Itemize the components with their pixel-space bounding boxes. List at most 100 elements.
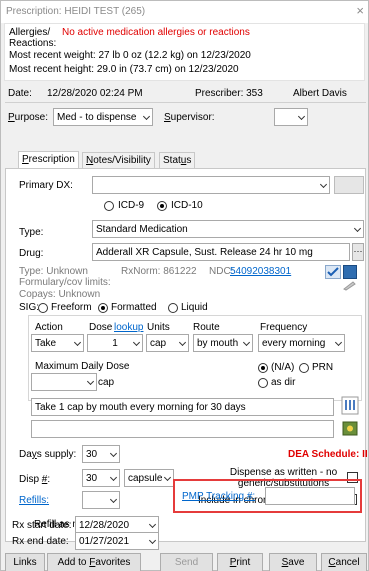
sig-text-input[interactable]: Take 1 cap by mouth every morning for 30… [31,398,334,416]
prn-radio[interactable] [299,363,309,373]
primary-dx-select[interactable] [92,176,330,194]
col-action: Action [35,322,63,333]
sig-formatted-radio[interactable] [98,303,108,313]
col-route: Route [193,322,220,333]
type-select[interactable]: Standard Medication [92,220,364,238]
primary-dx-label: Primary DX: [19,180,73,191]
copays-label: Copays: Unknown [19,289,101,300]
sig-freeform-label: Freeform [51,302,92,313]
dea-schedule: DEA Schedule: II [288,449,368,460]
save-button[interactable]: Save [269,553,317,571]
date-label: Date: [8,88,32,99]
chevron-down-icon [319,180,328,189]
tab-notes-visibility[interactable]: Notes/Visibility [82,152,155,169]
icd10-radio[interactable] [157,201,167,211]
max-daily-label: Maximum Daily Dose [35,361,130,372]
as-dir-radio[interactable] [258,378,268,388]
chevron-down-icon [163,473,172,482]
purpose-label: Purpose: [8,112,49,123]
chevron-down-icon [109,449,118,458]
pencil-icon[interactable] [342,280,357,291]
formulary-label: Formulary/cov limits: [19,277,111,288]
prescription-window: Prescription: HEIDI TEST (265) × Allergi… [0,0,369,571]
sig-liquid-label: Liquid [181,302,208,313]
action-select[interactable]: Take [31,334,84,352]
drug-type-info: Type: Unknown [19,266,88,277]
ndc-link[interactable]: 54092038301 [230,266,291,277]
date-value: 12/28/2020 02:24 PM [47,88,143,99]
chevron-down-icon [132,338,141,347]
chevron-down-icon [142,112,151,121]
drug-info-icon[interactable] [343,265,357,279]
frequency-select[interactable]: every morning [258,334,345,352]
units-select[interactable]: cap [146,334,189,352]
chevron-down-icon [86,377,95,386]
pmp-tracking-input[interactable] [265,487,355,505]
prn-label: PRN [312,362,334,373]
col-units: Units [147,322,170,333]
supervisor-select[interactable] [274,108,308,126]
window-title: Prescription: HEIDI TEST (265) [6,6,146,17]
refills-link[interactable]: Refills: [19,495,49,506]
rxnorm-info: RxNorm: 861222 [121,266,197,277]
close-icon[interactable]: × [356,3,364,18]
disp-qty-select[interactable]: 30 [82,469,120,487]
pharmacy-icon[interactable] [341,419,359,438]
chevron-down-icon [242,338,251,347]
chevron-down-icon [334,338,343,347]
patient-info-box: Allergies/ Reactions: No active medicati… [4,23,365,81]
days-supply-label: Days supply: [19,449,77,460]
sig-label: SIG: [19,302,40,313]
cancel-button[interactable]: Cancel [321,553,367,571]
max-daily-unit: cap [98,377,115,388]
prescriber-label: Prescriber: 353 [195,88,263,99]
purpose-select[interactable]: Med - to dispense [53,108,153,126]
route-select[interactable]: by mouth [193,334,253,352]
sig-formatted-label: Formatted [111,302,157,313]
drug-input[interactable]: Adderall XR Capsule, Sust. Release 24 hr… [92,243,350,261]
links-button[interactable]: Links [5,553,45,571]
send-button[interactable]: Send [160,553,213,571]
chevron-down-icon [73,338,82,347]
na-radio[interactable] [258,363,268,373]
icd10-label: ICD-10 [171,200,203,211]
calculator-icon[interactable] [341,396,359,415]
start-label: Rx start date: [12,520,72,531]
chevron-down-icon [297,112,306,121]
sig-freeform-radio[interactable] [38,303,48,313]
dose-lookup-link[interactable]: lookup [114,322,143,333]
as-dir-label: as dir [271,377,296,388]
allergies-value: No active medication allergies or reacti… [62,27,250,38]
disp-label: Disp #: [19,474,51,485]
chevron-down-icon [109,473,118,482]
tab-status[interactable]: Status [159,152,196,169]
refills-select[interactable] [82,491,120,509]
sig-extra-input[interactable] [31,420,334,438]
chevron-down-icon [148,520,157,529]
print-button[interactable]: Print [217,553,263,571]
end-label: Rx end date: [12,536,69,547]
disp-unit-select[interactable]: capsule [124,469,174,487]
tab-prescription[interactable]: Prescription [18,151,79,169]
col-frequency: Frequency [260,322,308,333]
pmp-tracking-link[interactable]: PMP Tracking #: [182,491,255,502]
drug-browse-button[interactable]: ··· [352,243,364,261]
icd9-radio[interactable] [104,201,114,211]
end-date-select[interactable]: 01/27/2021 [75,532,159,550]
days-supply-select[interactable]: 30 [82,445,120,463]
chevron-down-icon [353,224,362,233]
add-to-favorites-button[interactable]: Add to Favorites [47,553,141,571]
col-dose: Dose [89,322,113,333]
primary-dx-button[interactable] [334,176,364,194]
checkmark-icon[interactable] [325,265,341,279]
height-text: Most recent height: 29.0 in (73.7 cm) on… [9,64,239,75]
prescriber-name: Albert Davis [293,88,347,99]
chevron-down-icon [148,536,157,545]
chevron-down-icon [178,338,187,347]
dose-select[interactable]: 1 [87,334,143,352]
type-label: Type: [19,227,44,238]
drug-label: Drug: [19,248,44,259]
allergies-label: Allergies/ Reactions: [9,27,57,49]
max-daily-select[interactable] [31,373,97,391]
sig-liquid-radio[interactable] [168,303,178,313]
